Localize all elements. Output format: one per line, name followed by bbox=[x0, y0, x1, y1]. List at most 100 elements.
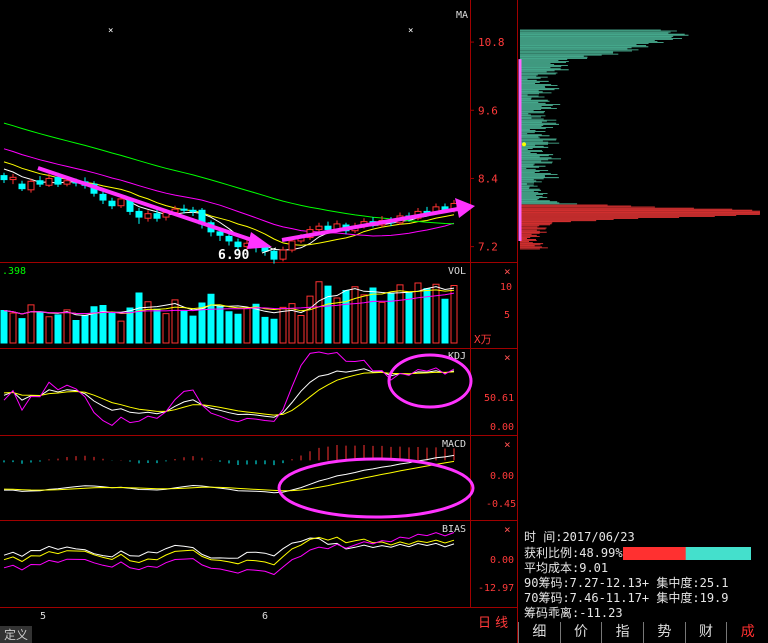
define-label[interactable]: 定义 bbox=[0, 626, 33, 643]
candle-body bbox=[117, 198, 125, 207]
candle-body bbox=[27, 180, 35, 191]
kdj-tick-label: 50.61 bbox=[484, 393, 514, 404]
macd-dea-line bbox=[3, 460, 455, 492]
vol-ma10-line bbox=[3, 289, 455, 315]
time-value: 2017/06/23 bbox=[562, 530, 635, 544]
chip-divergence-row: 筹码乖离:-11.23 bbox=[524, 606, 623, 620]
close-icon[interactable]: × bbox=[504, 438, 511, 451]
ma-panel-title: MA bbox=[456, 10, 468, 21]
candle-body bbox=[63, 180, 71, 185]
macd-panel-title: MACD bbox=[442, 439, 466, 450]
volume-bar bbox=[27, 304, 35, 344]
candle-body bbox=[54, 176, 62, 185]
volume-bar bbox=[261, 316, 269, 344]
tab-detail[interactable]: 细 bbox=[518, 622, 560, 643]
period-label[interactable]: 日 线 bbox=[478, 612, 508, 631]
volume-bar bbox=[441, 298, 449, 344]
cross-marker-icon: × bbox=[408, 26, 413, 36]
tab-finance[interactable]: 财 bbox=[684, 622, 727, 643]
macd-highlight-ellipse bbox=[277, 457, 475, 519]
close-icon[interactable]: × bbox=[504, 265, 511, 278]
bias-tick-label: 0.00 bbox=[490, 555, 514, 566]
volume-bar bbox=[306, 295, 314, 344]
candle-body bbox=[234, 241, 242, 248]
kdj-tick-label: 0.00 bbox=[490, 422, 514, 433]
candle-body bbox=[180, 208, 188, 211]
volume-bar bbox=[369, 287, 377, 344]
tab-trend[interactable]: 势 bbox=[643, 622, 685, 643]
macd-tick-label: 0.00 bbox=[490, 471, 514, 482]
low-price-label: 6.90 bbox=[218, 248, 249, 263]
candle-body bbox=[225, 235, 233, 242]
volume-bar bbox=[324, 285, 332, 344]
volume-bar bbox=[234, 313, 242, 344]
volume-bar bbox=[243, 308, 251, 344]
close-icon[interactable]: × bbox=[504, 523, 511, 536]
candle-body bbox=[36, 180, 44, 185]
volume-bar bbox=[396, 284, 404, 344]
candle-body bbox=[99, 193, 107, 201]
price-tick-label: 8.4 bbox=[478, 172, 498, 185]
kdj-k-line bbox=[3, 368, 455, 418]
candle-body bbox=[324, 225, 332, 231]
avg-cost-row: 平均成本:9.01 bbox=[524, 561, 608, 576]
bias24-line bbox=[3, 532, 455, 576]
candle-body bbox=[135, 210, 143, 218]
volume-bar bbox=[171, 299, 179, 344]
vol-left-value: .398 bbox=[2, 266, 26, 277]
cross-marker-icon: × bbox=[108, 26, 113, 36]
price-tick-label: 10.8 bbox=[478, 36, 505, 49]
chip90-row: 90筹码:7.27-12.13+ 集中度:25.1 bbox=[524, 576, 729, 590]
volume-bar bbox=[432, 283, 440, 344]
volume-bar bbox=[279, 306, 287, 344]
chip70-row: 70筹码:7.46-11.17+ 集中度:19.9 bbox=[524, 591, 729, 605]
candle-body bbox=[0, 175, 8, 181]
chip-distribution bbox=[518, 29, 760, 250]
volume-bar bbox=[81, 315, 89, 344]
volume-bar bbox=[45, 316, 53, 344]
volume-bar bbox=[18, 318, 26, 344]
bias-tick-label: -12.97 bbox=[478, 583, 514, 594]
candle-body bbox=[315, 225, 323, 231]
avg-cost-label: 平均成本: bbox=[524, 561, 580, 575]
profit-row: 获利比例:48.99% bbox=[524, 546, 623, 561]
tab-chips[interactable]: 成 bbox=[726, 622, 768, 643]
volume-bar bbox=[189, 315, 197, 344]
volume-bar bbox=[162, 313, 170, 344]
volume-bar bbox=[135, 292, 143, 344]
volume-bar bbox=[351, 286, 359, 344]
vol-unit-label: X万 bbox=[474, 333, 492, 346]
avg-cost-marker bbox=[522, 142, 526, 147]
kdj-highlight-ellipse bbox=[387, 353, 473, 409]
candle-body bbox=[108, 200, 116, 207]
chip-info-panel: 时 间:2017/06/23 获利比例:48.99% 平均成本:9.01 90筹… bbox=[522, 530, 768, 620]
tab-price[interactable]: 价 bbox=[559, 622, 602, 643]
price-tick-label: 9.6 bbox=[478, 104, 498, 117]
volume-bar bbox=[180, 310, 188, 344]
bias-panel-title: BIAS bbox=[442, 524, 466, 535]
profit-label: 获利比例: bbox=[524, 546, 580, 560]
candle-body bbox=[18, 183, 26, 190]
vol-tick-label: 10 bbox=[500, 282, 512, 293]
candle-body bbox=[288, 240, 296, 251]
candle-body bbox=[270, 250, 278, 260]
volume-bar bbox=[63, 309, 71, 344]
kdj-d-line bbox=[3, 371, 455, 416]
trend-arrows bbox=[37, 166, 475, 254]
x-axis-label: 5 bbox=[40, 611, 46, 622]
kdj-j-line bbox=[3, 351, 455, 427]
candle-body bbox=[144, 213, 152, 219]
volume-bar bbox=[9, 312, 17, 344]
close-icon[interactable]: × bbox=[504, 351, 511, 364]
candle-body bbox=[45, 177, 53, 186]
volume-bar bbox=[297, 315, 305, 344]
candle-body bbox=[216, 231, 224, 236]
volume-bar bbox=[36, 311, 44, 344]
vol-ma20-line bbox=[3, 292, 455, 315]
volume-bar bbox=[207, 293, 215, 344]
candle-body bbox=[279, 249, 287, 260]
price-tick-label: 7.2 bbox=[478, 241, 498, 254]
volume-bar bbox=[0, 310, 8, 344]
tab-indicator[interactable]: 指 bbox=[601, 622, 643, 643]
x-axis-label: 6 bbox=[262, 611, 268, 622]
